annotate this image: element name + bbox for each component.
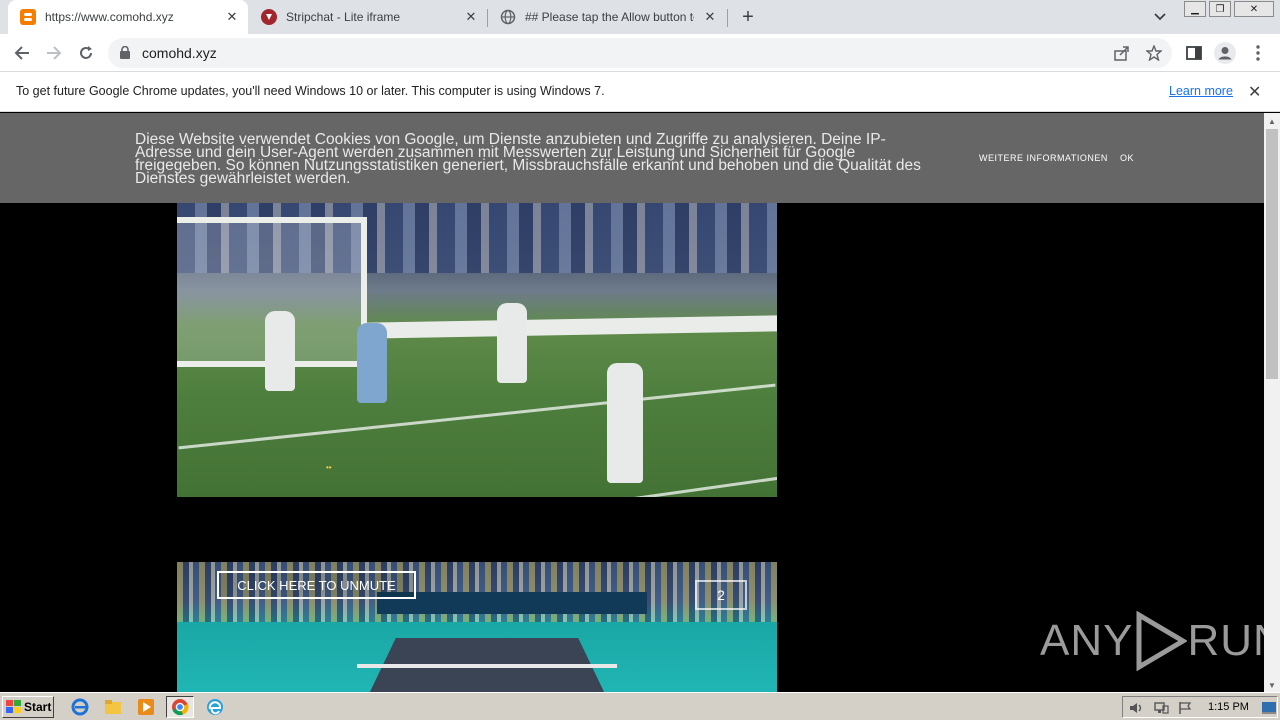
- cookie-banner: Diese Website verwendet Cookies von Goog…: [0, 113, 1264, 203]
- volume-icon[interactable]: [1127, 698, 1147, 718]
- tab-comohd[interactable]: https://www.comohd.xyz ✕: [8, 0, 248, 34]
- scroll-up-icon[interactable]: ▲: [1268, 117, 1276, 126]
- close-icon[interactable]: ✕: [700, 7, 720, 27]
- cookie-ok-button[interactable]: OK: [1120, 153, 1134, 163]
- close-window-button[interactable]: ✕: [1234, 1, 1274, 17]
- tab-allow[interactable]: ## Please tap the Allow button to c ✕: [488, 0, 726, 34]
- kebab-menu-icon: [1256, 45, 1260, 61]
- loading-dots: ••: [326, 463, 332, 472]
- back-button[interactable]: [10, 41, 34, 65]
- system-tray: [1122, 696, 1278, 718]
- new-tab-button[interactable]: +: [737, 6, 759, 28]
- windows-logo-icon: [6, 700, 21, 713]
- browser-toolbar: comohd.xyz: [0, 34, 1280, 72]
- scroll-down-icon[interactable]: ▼: [1268, 681, 1276, 690]
- unmute-button[interactable]: CLICK HERE TO UNMUTE: [217, 571, 416, 599]
- more-info-link[interactable]: WEITERE INFORMATIONEN: [979, 153, 1108, 163]
- close-icon[interactable]: ✕: [1248, 82, 1261, 102]
- profile-button[interactable]: [1213, 41, 1237, 65]
- show-desktop-icon[interactable]: [1259, 698, 1279, 718]
- court-banner: [377, 592, 647, 614]
- minimize-button[interactable]: ▁: [1184, 1, 1206, 17]
- page-content: Diese Website verwendet Cookies von Goog…: [0, 113, 1264, 692]
- tab-stripchat[interactable]: Stripchat - Lite iframe ✕: [249, 0, 487, 34]
- tab-title: ## Please tap the Allow button to c: [525, 10, 694, 24]
- network-icon[interactable]: [1151, 698, 1171, 718]
- lock-icon[interactable]: [120, 45, 130, 64]
- close-icon[interactable]: ✕: [222, 7, 242, 27]
- start-label: Start: [24, 700, 52, 714]
- address-bar[interactable]: comohd.xyz: [108, 38, 1172, 68]
- update-infobar: To get future Google Chrome updates, you…: [0, 72, 1280, 112]
- scroll-thumb[interactable]: [1266, 129, 1278, 379]
- pitch-line: [178, 383, 776, 450]
- media-player-icon[interactable]: [136, 697, 156, 717]
- advertising-board: [367, 315, 777, 339]
- play-triangle-icon: [1136, 611, 1188, 671]
- stripchat-icon: [261, 9, 277, 25]
- profile-avatar-icon: [1214, 42, 1236, 64]
- side-panel-icon: [1186, 46, 1202, 60]
- back-arrow-icon: [14, 46, 29, 60]
- globe-icon: [500, 9, 516, 25]
- forward-button[interactable]: [42, 41, 66, 65]
- edge-icon[interactable]: [205, 697, 225, 717]
- learn-more-link[interactable]: Learn more: [1169, 84, 1233, 98]
- anyrun-watermark: ANY RUN: [1040, 611, 1264, 671]
- player-figure: [357, 323, 387, 403]
- watermark-left: ANY: [1040, 616, 1134, 665]
- tab-strip: https://www.comohd.xyz ✕ Stripchat - Lit…: [0, 0, 1280, 34]
- share-icon[interactable]: [1112, 43, 1132, 63]
- player-figure: [607, 363, 643, 483]
- tennis-video-player[interactable]: CLICK HERE TO UNMUTE 2: [177, 562, 777, 692]
- tab-title: Stripchat - Lite iframe: [286, 10, 401, 24]
- reload-icon: [80, 46, 92, 59]
- player-figure: [265, 311, 295, 391]
- player-figure: [497, 303, 527, 383]
- soccer-video-player[interactable]: ••: [177, 203, 777, 497]
- restore-button[interactable]: ❐: [1209, 1, 1231, 17]
- folder-icon[interactable]: [103, 697, 123, 717]
- bookmark-star-icon[interactable]: [1144, 43, 1164, 63]
- clock[interactable]: 1:15 PM: [1208, 701, 1249, 713]
- url-text[interactable]: comohd.xyz: [142, 45, 217, 61]
- chrome-taskbar-icon[interactable]: [166, 696, 194, 718]
- forward-arrow-icon: [47, 46, 62, 60]
- pitch-line: [557, 474, 777, 497]
- tab-separator: [727, 9, 728, 27]
- start-button[interactable]: Start: [2, 696, 54, 718]
- tab-title: https://www.comohd.xyz: [45, 10, 174, 24]
- windows-taskbar: Start 1:15 PM: [0, 692, 1280, 720]
- side-panel-button[interactable]: [1182, 41, 1206, 65]
- internet-explorer-icon[interactable]: [70, 697, 90, 717]
- infobar-message: To get future Google Chrome updates, you…: [16, 84, 605, 98]
- channel-logo: 2: [695, 580, 747, 610]
- reload-button[interactable]: [74, 41, 98, 65]
- cookie-text: Diese Website verwendet Cookies von Goog…: [135, 131, 921, 187]
- tennis-net: [357, 664, 617, 668]
- close-icon[interactable]: ✕: [461, 7, 481, 27]
- blogger-icon: [20, 9, 36, 25]
- page-scrollbar[interactable]: ▲ ▼: [1264, 113, 1280, 692]
- watermark-right: RUN: [1187, 616, 1264, 665]
- menu-button[interactable]: [1246, 41, 1270, 65]
- chevron-down-icon[interactable]: [1150, 8, 1170, 26]
- action-center-flag-icon[interactable]: [1175, 698, 1195, 718]
